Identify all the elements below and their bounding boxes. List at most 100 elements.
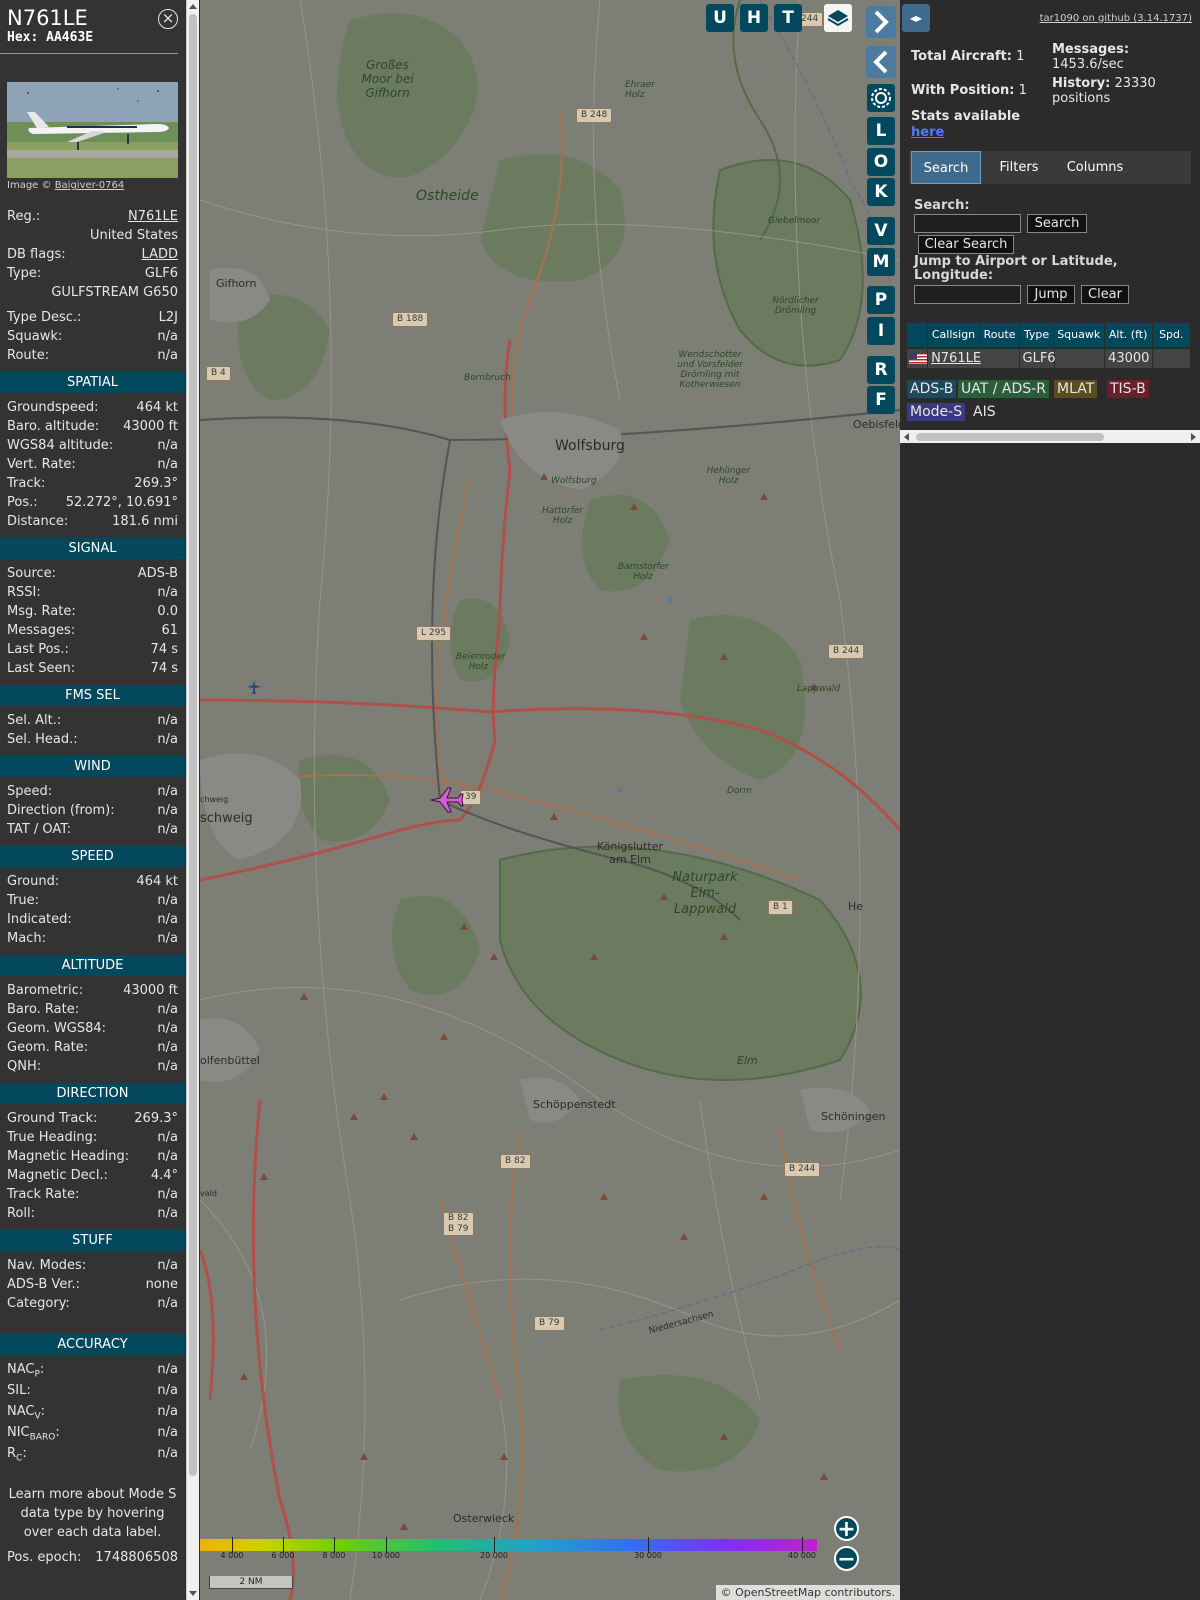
accuracy-row: NACV: n/a [0,1402,185,1423]
search-input[interactable] [914,214,1021,233]
column-header-speed[interactable]: Spd. [1153,323,1191,347]
map-label-barnstorfer-holz: Barnstorfer Holz [618,562,669,582]
column-header-squawk[interactable]: Squawk [1054,323,1105,347]
zoom-in-button[interactable]: + [834,1516,859,1542]
column-header-flag[interactable] [907,323,929,347]
row-altitude: 43000 [1105,349,1153,368]
scroll-down-arrow-icon[interactable] [189,1591,197,1596]
layers-icon[interactable] [824,4,852,32]
history-label: History: [1052,76,1111,91]
map-button-p[interactable]: P [867,286,895,314]
map-label-lappwald: Lappwald [797,684,841,694]
map-button-h[interactable]: H [740,4,768,32]
attribution-suffix: contributors. [824,1586,895,1599]
map-label-hehlinger-holz: Hehlinger Holz [706,466,751,486]
accuracy-row: NICBARO: n/a [0,1423,185,1444]
map-button-f[interactable]: F [867,386,895,414]
altitude-tick-label: 10 000 [372,1551,400,1560]
info-row: Indicated: n/a [0,910,185,929]
info-value[interactable]: LADD [142,245,178,264]
scrollbar-thumb[interactable] [189,14,197,1476]
github-link[interactable]: tar1090 on github (3.14.1737) [1040,13,1192,24]
map-button-o[interactable]: O [867,148,895,176]
tab-search[interactable]: Search [911,151,981,184]
map-label-wald: vald [200,1189,217,1198]
info-value: n/a [157,348,178,363]
altitude-tick-label: 6 000 [271,1551,295,1560]
hscroll-thumb[interactable] [916,433,1104,441]
info-row: Ground: 464 kt [0,872,185,891]
tab-filters[interactable]: Filters [984,151,1054,184]
aircraft-icon[interactable] [247,680,261,694]
accuracy-label: NACP: [7,1362,45,1380]
table-row[interactable]: N761LE GLF6 43000 [907,349,1191,368]
info-row: Barometric: 43000 ft [0,981,185,1000]
info-label: True Heading: [7,1130,98,1145]
history-stat: History: 23330 positions [1052,76,1192,106]
info-value: n/a [157,931,178,946]
map-button-r[interactable]: R [867,356,895,384]
info-label: Speed: [7,784,53,799]
info-row: Msg. Rate: 0.0 [0,602,185,621]
settings-gear-icon[interactable] [867,84,895,112]
map-view[interactable]: Wolfsburg Gifhorn Ostheide Großes Moor b… [200,0,900,1600]
selected-aircraft-icon[interactable] [430,786,464,814]
map-button-m[interactable]: M [867,248,895,276]
scroll-up-arrow-icon[interactable] [189,4,197,9]
jump-button[interactable]: Jump [1027,285,1075,304]
aircraft-info-panel: N761LE Hex: AA463E × Image © Baigiver-07… [0,0,185,1600]
info-label: Geom. Rate: [7,1040,89,1055]
map-button-v[interactable]: V [867,217,895,245]
openstreetmap-link[interactable]: OpenStreetMap [735,1586,821,1599]
map-button-t[interactable]: T [774,4,802,32]
stats-available: Stats available here [911,109,1020,141]
stats-available-label: Stats available [911,109,1021,124]
altitude-tick-label: 40 000 [788,1551,816,1560]
expand-right-icon[interactable] [866,6,896,38]
info-label: Roll: [7,1206,36,1221]
section-spatial: SPATIAL [0,372,185,393]
info-label: Ground: [7,874,60,889]
map-button-i[interactable]: I [867,317,895,345]
info-value: n/a [157,713,178,728]
info-panel-scrollbar[interactable] [186,0,199,1600]
pos-epoch-row: Pos. epoch: 1748806508 [0,1548,185,1567]
close-icon[interactable]: × [158,9,178,29]
column-header-altitude[interactable]: Alt. (ft) [1105,323,1153,347]
collapse-left-icon[interactable] [866,46,896,78]
with-position-value: 1 [1018,83,1027,98]
aircraft-photo[interactable] [7,82,178,178]
map-button-k[interactable]: K [867,178,895,206]
clear-button[interactable]: Clear [1081,285,1129,304]
map-button-l[interactable]: L [867,117,895,145]
column-header-route[interactable]: Route [980,323,1021,347]
accuracy-value: n/a [157,1362,178,1377]
attribution-prefix: © [720,1586,732,1599]
info-label: Direction (from): [7,803,115,818]
map-button-u[interactable]: U [706,4,734,32]
column-header-type[interactable]: Type [1020,323,1054,347]
info-value[interactable]: N761LE [128,207,178,226]
search-button[interactable]: Search [1027,214,1087,233]
map-label-he: He [848,900,864,913]
info-label: Track: [7,476,46,491]
table-horizontal-scrollbar[interactable] [900,430,1200,443]
info-value: 61 [161,623,178,638]
zoom-out-button[interactable]: − [834,1546,859,1572]
info-label: Ground Track: [7,1111,98,1126]
jump-input[interactable] [914,285,1021,304]
section-altitude: ALTITUDE [0,955,185,976]
row-callsign[interactable]: N761LE [928,349,1020,368]
scroll-left-arrow-icon[interactable] [904,433,909,441]
photo-credit-link[interactable]: Baigiver-0764 [55,180,125,191]
info-value: n/a [157,1021,178,1036]
info-label: Type: [7,266,42,281]
column-header-callsign[interactable]: Callsign [928,323,980,347]
sidebar-tabs: Search Filters Columns [909,151,1191,184]
clear-search-button[interactable]: Clear Search [918,235,1014,254]
stats-link[interactable]: here [911,125,944,140]
tab-columns[interactable]: Columns [1057,151,1133,184]
scroll-right-arrow-icon[interactable] [1191,433,1196,441]
sidebar-toggle-icon[interactable]: ◂▸ [902,4,930,32]
accuracy-label: SIL: [7,1383,31,1398]
